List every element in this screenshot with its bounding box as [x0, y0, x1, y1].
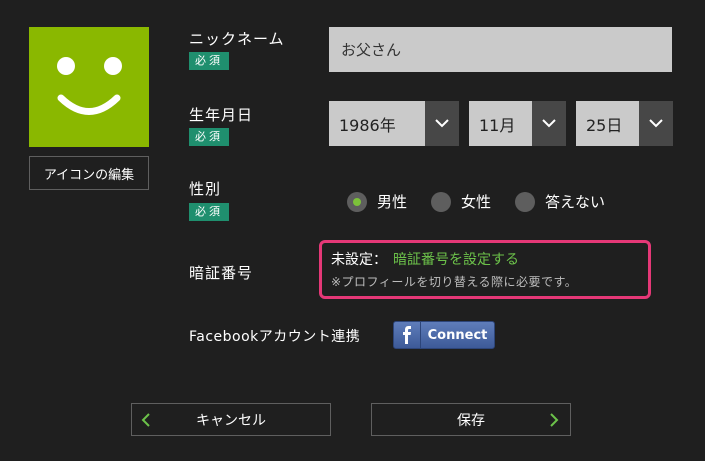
birth-month-select[interactable]: 11月 — [469, 101, 566, 146]
gender-option-label: 答えない — [545, 193, 606, 211]
pin-label: 暗証番号 — [189, 264, 254, 282]
birth-year-select[interactable]: 1986年 — [329, 101, 459, 146]
required-badge-gender: 必須 — [189, 203, 229, 221]
facebook-connect-button[interactable]: Connect — [393, 321, 495, 349]
pin-status: 未設定： — [331, 252, 387, 268]
edit-icon-button[interactable]: アイコンの編集 — [29, 156, 149, 190]
save-button[interactable]: 保存 — [371, 403, 571, 436]
radio-unchecked-icon — [431, 191, 451, 212]
gender-label: 性別 — [189, 180, 222, 198]
required-badge-birthday: 必須 — [189, 128, 229, 146]
nickname-input[interactable]: お父さん — [329, 27, 672, 72]
set-pin-link[interactable]: 暗証番号を設定する — [393, 252, 519, 268]
gender-radio-male[interactable]: 男性 — [347, 191, 407, 212]
chevron-right-icon — [549, 412, 559, 432]
chevron-left-icon — [141, 412, 151, 432]
gender-radio-no-answer[interactable]: 答えない — [515, 191, 605, 212]
cancel-button[interactable]: キャンセル — [131, 403, 331, 436]
gender-radio-female[interactable]: 女性 — [431, 191, 491, 212]
birthday-label: 生年月日 — [189, 106, 254, 124]
pin-setting-box: 未設定： 暗証番号を設定する ※プロフィールを切り替える際に必要です。 — [319, 240, 651, 299]
nickname-label: ニックネーム — [189, 30, 285, 48]
radio-unchecked-icon — [515, 191, 535, 212]
gender-option-label: 男性 — [377, 193, 408, 211]
birth-month-value: 11月 — [479, 115, 516, 135]
smiley-face-icon — [57, 57, 122, 115]
radio-checked-icon — [347, 191, 367, 212]
birth-day-value: 25日 — [586, 115, 623, 135]
facebook-icon — [394, 322, 421, 348]
birth-day-select[interactable]: 25日 — [576, 101, 673, 146]
avatar — [29, 27, 149, 147]
chevron-down-icon[interactable] — [425, 101, 459, 146]
save-button-label: 保存 — [457, 412, 485, 429]
birth-year-value: 1986年 — [339, 115, 396, 135]
chevron-down-icon[interactable] — [639, 101, 673, 146]
chevron-down-icon[interactable] — [532, 101, 566, 146]
pin-note: ※プロフィールを切り替える際に必要です。 — [331, 275, 578, 289]
gender-option-label: 女性 — [461, 193, 492, 211]
cancel-button-label: キャンセル — [196, 412, 266, 429]
facebook-link-label: Facebookアカウント連携 — [189, 329, 361, 345]
facebook-connect-label: Connect — [427, 327, 488, 343]
required-badge-nickname: 必須 — [189, 52, 229, 70]
